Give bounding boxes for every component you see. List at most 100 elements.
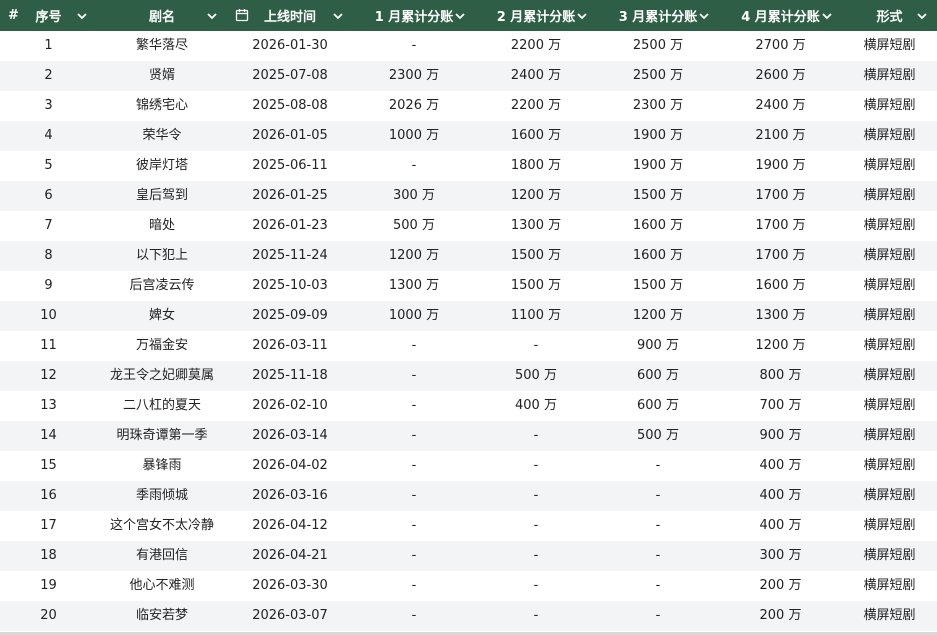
table-cell: 400 万 — [759, 488, 802, 503]
chevron-down-icon[interactable] — [205, 9, 219, 23]
table-row[interactable]: 4 荣华令 2026-01-05 1000 万 1600 万 1900 万 2100 万 横屏… — [0, 121, 937, 151]
table-cell: 横屏短剧 — [863, 38, 916, 53]
table-row[interactable]: 2 贤婿 2025-07-08 2300 万 2400 万 2500 万 2600 万 横屏短… — [0, 61, 937, 91]
table-row[interactable]: 12 龙王令之妃卿莫属 2025-11-18 - 500 万 600 万 800 万 横屏短剧 — [0, 361, 937, 391]
table-cell: 2500 万 — [632, 68, 684, 83]
table-cell: 2026 万 — [388, 98, 440, 113]
column-label: 3 月累计分账 — [618, 10, 698, 25]
table-row[interactable]: 18 有港回信 2026-04-21 - - - 300 万 横屏短剧 — [0, 541, 937, 571]
table-cell: 这个宫女不太冷静 — [109, 518, 214, 533]
table-row[interactable]: 16 季雨倾城 2026-03-16 - - - 400 万 横屏短剧 — [0, 481, 937, 511]
table-cell: 6 — [44, 188, 53, 203]
table-row[interactable]: 15 暴锋雨 2026-04-02 - - - 400 万 横屏短剧 — [0, 451, 937, 481]
table-row[interactable]: 9 后宫凌云传 2025-10-03 1300 万 1500 万 1500 万 1600 万… — [0, 271, 937, 301]
data-table: # 序号 剧名 上线时间 1 月累计分账 2 月累计分账 3 月累计分账 4 月… — [0, 0, 937, 635]
calendar-icon — [235, 9, 249, 22]
table-cell: - — [411, 548, 417, 563]
table-cell: 1500 万 — [510, 278, 562, 293]
table-cell: 横屏短剧 — [863, 218, 916, 233]
table-cell: 后宫凌云传 — [129, 278, 195, 293]
table-cell: 200 万 — [759, 578, 802, 593]
table-cell: 1500 万 — [632, 188, 684, 203]
table-cell: 1300 万 — [510, 218, 562, 233]
table-cell: 12 — [40, 368, 57, 383]
table-cell: - — [655, 488, 661, 503]
table-cell: 16 — [40, 488, 57, 503]
table-cell: 2400 万 — [755, 98, 806, 113]
table-row[interactable]: 10 婢女 2025-09-09 1000 万 1100 万 1200 万 1300 万 横屏… — [0, 301, 937, 331]
table-cell: 1600 万 — [755, 278, 806, 293]
table-cell: 17 — [40, 518, 57, 533]
table-cell: - — [411, 38, 417, 53]
table-row[interactable]: 6 皇后驾到 2026-01-25 300 万 1200 万 1500 万 1700 万 横屏… — [0, 181, 937, 211]
table-row[interactable]: 20 临安若梦 2026-03-07 - - - 200 万 横屏短剧 — [0, 601, 937, 631]
column-header-title[interactable]: 剧名 — [97, 0, 227, 31]
table-cell: 1900 万 — [755, 158, 806, 173]
table-cell: 1500 万 — [632, 278, 684, 293]
column-header-index[interactable]: # 序号 — [0, 0, 97, 31]
table-row[interactable]: 14 明珠奇谭第一季 2026-03-14 - - 500 万 900 万 横屏短剧 — [0, 421, 937, 451]
table-row[interactable]: 19 他心不难测 2026-03-30 - - - 200 万 横屏短剧 — [0, 571, 937, 601]
table-row[interactable]: 11 万福金安 2026-03-11 - - 900 万 1200 万 横屏短剧 — [0, 331, 937, 361]
table-cell: 2026-03-14 — [252, 428, 328, 443]
table-cell: 900 万 — [759, 428, 802, 443]
column-header-format[interactable]: 形式 — [842, 0, 937, 31]
table-cell: 贤婿 — [148, 68, 175, 83]
table-cell: 2026-03-30 — [252, 578, 328, 593]
table-cell: 18 — [40, 548, 57, 563]
table-row[interactable]: 8 以下犯上 2025-11-24 1200 万 1500 万 1600 万 1700 万 横… — [0, 241, 937, 271]
chevron-down-icon[interactable] — [575, 9, 589, 23]
chevron-down-icon[interactable] — [75, 9, 89, 23]
table-cell: 横屏短剧 — [863, 368, 916, 383]
table-row[interactable]: 17 这个宫女不太冷静 2026-04-12 - - - 400 万 横屏短剧 — [0, 511, 937, 541]
table-row[interactable]: 1 繁华落尽 2026-01-30 - 2200 万 2500 万 2700 万 横屏短剧 — [0, 31, 937, 61]
chevron-down-icon[interactable] — [453, 9, 467, 23]
table-row[interactable]: 13 二八杠的夏天 2026-02-10 - 400 万 600 万 700 万 横屏短剧 — [0, 391, 937, 421]
table-cell: 2600 万 — [755, 68, 806, 83]
table-row[interactable]: 7 暗处 2026-01-23 500 万 1300 万 1600 万 1700 万 横屏短剧 — [0, 211, 937, 241]
column-header-mar[interactable]: 3 月累计分账 — [597, 0, 719, 31]
column-label: 序号 — [35, 10, 62, 25]
table-cell: 1600 万 — [632, 218, 684, 233]
table-cell: 7 — [44, 218, 53, 233]
table-cell: - — [411, 368, 417, 383]
table-cell: 皇后驾到 — [135, 188, 188, 203]
column-label: 上线时间 — [263, 10, 316, 25]
table-cell: 2025-11-18 — [252, 368, 328, 383]
table-cell: 2700 万 — [755, 38, 806, 53]
table-cell: 1300 万 — [755, 308, 806, 323]
chevron-down-icon[interactable] — [915, 9, 929, 23]
table-cell: 2026-03-11 — [252, 338, 328, 353]
table-cell: 500 万 — [515, 368, 557, 383]
column-header-jan[interactable]: 1 月累计分账 — [353, 0, 475, 31]
table-row[interactable]: 5 彼岸灯塔 2025-06-11 - 1800 万 1900 万 1900 万 横屏短剧 — [0, 151, 937, 181]
table-row[interactable]: 3 锦绣宅心 2025-08-08 2026 万 2200 万 2300 万 2400 万 横… — [0, 91, 937, 121]
column-header-feb[interactable]: 2 月累计分账 — [475, 0, 597, 31]
table-cell: 2026-02-10 — [252, 398, 328, 413]
column-header-apr[interactable]: 4 月累计分账 — [719, 0, 842, 31]
table-cell: 2026-03-07 — [252, 608, 328, 623]
table-cell: - — [411, 338, 417, 353]
table-cell: - — [533, 488, 539, 503]
table-cell: - — [533, 578, 539, 593]
column-label: 2 月累计分账 — [496, 10, 576, 25]
chevron-down-icon[interactable] — [697, 9, 711, 23]
table-cell: - — [655, 578, 661, 593]
table-cell: 横屏短剧 — [863, 188, 916, 203]
table-cell: 700 万 — [759, 398, 802, 413]
table-cell: 600 万 — [637, 398, 679, 413]
table-cell: 2025-07-08 — [252, 68, 328, 83]
table-body: 1 繁华落尽 2026-01-30-2200 万 2500 万 2700 万横屏短剧 2 贤… — [0, 31, 937, 631]
table-cell: 2026-01-23 — [252, 218, 328, 233]
table-cell: 横屏短剧 — [863, 608, 916, 623]
table-cell: 临安若梦 — [135, 608, 188, 623]
table-cell: 13 — [40, 398, 57, 413]
column-header-date[interactable]: 上线时间 — [227, 0, 353, 31]
table-cell: - — [533, 338, 539, 353]
chevron-down-icon[interactable] — [331, 9, 345, 23]
table-cell: 横屏短剧 — [863, 158, 916, 173]
table-cell: 2100 万 — [755, 128, 806, 143]
table-cell: 横屏短剧 — [863, 128, 916, 143]
chevron-down-icon[interactable] — [820, 9, 834, 23]
table-cell: 1200 万 — [388, 248, 440, 263]
